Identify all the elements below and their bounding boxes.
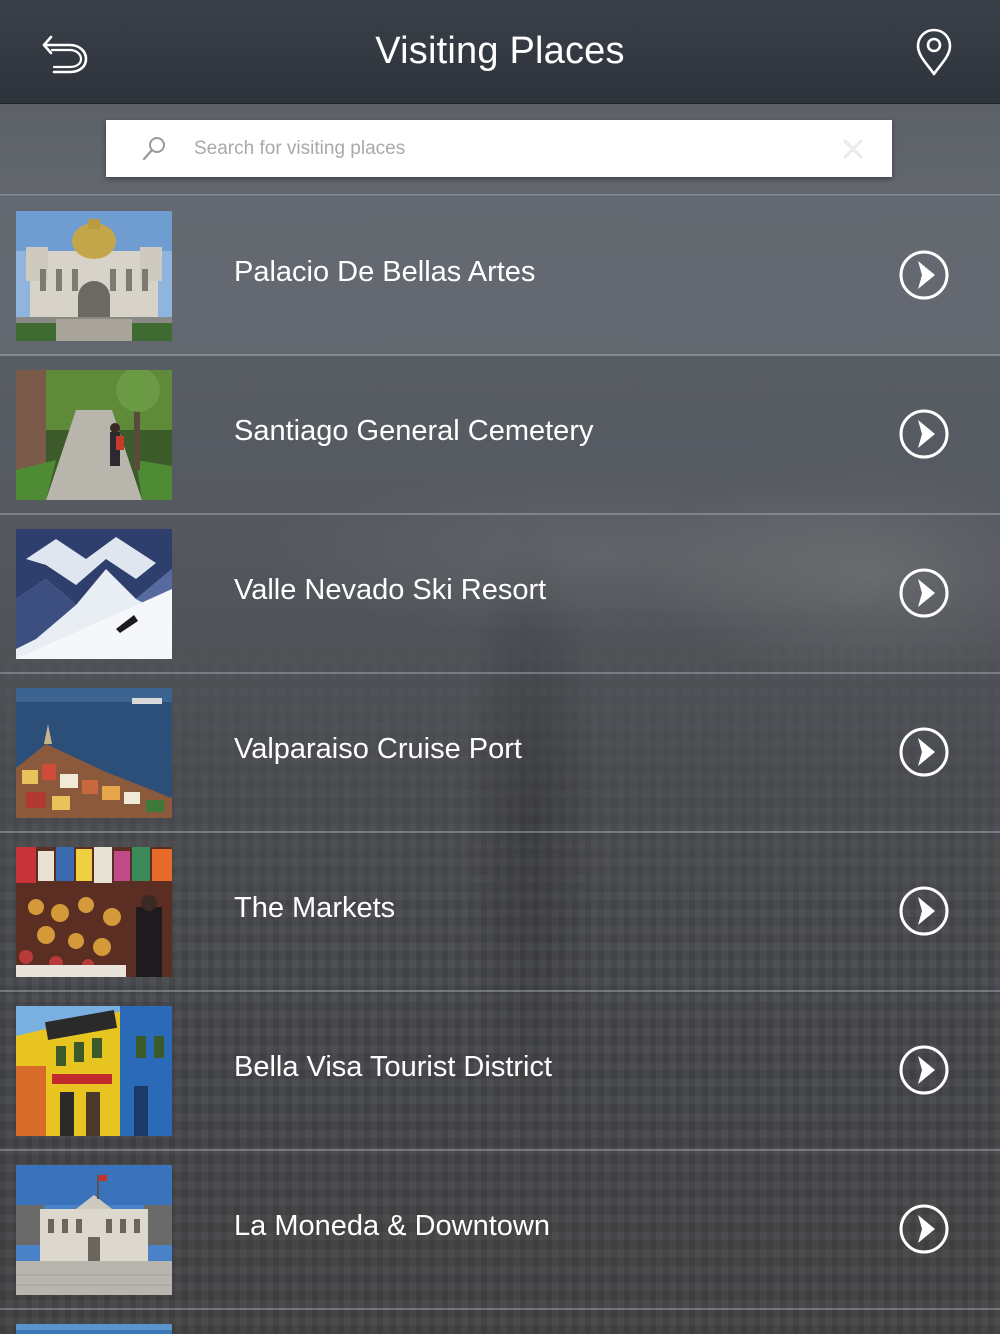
search-field[interactable] — [106, 120, 892, 177]
palace-thumbnail — [16, 211, 172, 341]
list-item[interactable]: Valle Nevado Ski Resort — [0, 515, 1000, 674]
place-name: Valparaiso Cruise Port — [234, 733, 522, 765]
place-name: Palacio De Bellas Artes — [234, 256, 536, 288]
list-item[interactable]: La Moneda & Downtown — [0, 1151, 1000, 1310]
cemetery-path-thumbnail — [16, 370, 172, 500]
ski-slope-thumbnail — [16, 529, 172, 659]
magnifier-icon — [142, 137, 165, 161]
list-item[interactable]: Bella Visa Tourist District — [0, 992, 1000, 1151]
chevron-right-circle-icon[interactable] — [898, 567, 950, 619]
place-name: The Markets — [234, 892, 396, 924]
chevron-right-circle-icon[interactable] — [898, 249, 950, 301]
government-palace-thumbnail — [16, 1165, 172, 1295]
chevron-right-circle-icon[interactable] — [898, 726, 950, 778]
map-pin-icon — [916, 28, 952, 76]
navigation-bar: Visiting Places — [0, 0, 1000, 104]
list-item[interactable]: The Markets — [0, 833, 1000, 992]
clear-x-icon[interactable] — [842, 138, 864, 160]
list-item[interactable]: Valparaiso Cruise Port — [0, 674, 1000, 833]
list-item[interactable]: Palacio De Bellas Artes — [0, 197, 1000, 356]
place-name: Bella Visa Tourist District — [234, 1051, 553, 1083]
search-input[interactable] — [194, 120, 814, 177]
place-name: Valle Nevado Ski Resort — [234, 574, 547, 606]
chevron-right-circle-icon[interactable] — [898, 1203, 950, 1255]
partial-thumbnail — [16, 1324, 172, 1334]
market-stall-thumbnail — [16, 847, 172, 977]
chevron-right-circle-icon[interactable] — [898, 1044, 950, 1096]
colorful-buildings-thumbnail — [16, 1006, 172, 1136]
place-name: La Moneda & Downtown — [234, 1210, 550, 1242]
search-bar-area — [0, 104, 1000, 196]
harbor-town-thumbnail — [16, 688, 172, 818]
location-button[interactable] — [910, 26, 962, 78]
page-title: Visiting Places — [375, 30, 625, 72]
places-list: Palacio De Bellas Artes Santiago General… — [0, 197, 1000, 1334]
list-item[interactable]: Santiago General Cemetery — [0, 356, 1000, 515]
place-name: Santiago General Cemetery — [234, 415, 594, 447]
chevron-right-circle-icon[interactable] — [898, 408, 950, 460]
list-item-partial[interactable] — [0, 1310, 1000, 1334]
chevron-right-circle-icon[interactable] — [898, 885, 950, 937]
